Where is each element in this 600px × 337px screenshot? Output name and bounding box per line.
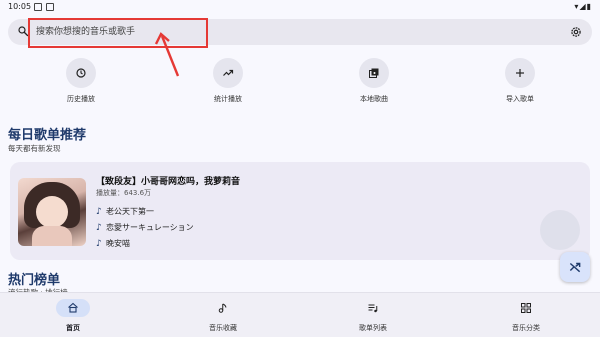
quick-action-label: 导入歌单	[506, 95, 534, 103]
image-notification-icon	[34, 3, 42, 11]
playlist-cover-image	[18, 178, 86, 246]
category-icon	[521, 303, 531, 313]
daily-section-subtitle: 每天都有新发现	[8, 144, 61, 153]
history-icon	[76, 68, 86, 78]
nav-music-collection[interactable]: 音乐收藏	[183, 299, 263, 333]
nav-label: 音乐分类	[512, 324, 540, 332]
quick-action-local[interactable]: 本地歌曲	[334, 58, 414, 104]
nav-home[interactable]: 首页	[33, 299, 113, 333]
music-note-icon: ♪	[96, 223, 102, 233]
quick-action-import[interactable]: 导入歌单	[480, 58, 560, 104]
app-notification-icon	[46, 3, 54, 11]
daily-section-title: 每日歌单推荐	[8, 128, 87, 143]
recommended-playlist-card[interactable]: 【致段友】小哥哥网恋吗，我萝莉音 播放量：643.6万 ♪ 老公天下第一 ♪ 恋愛サ…	[10, 162, 590, 260]
bottom-navigation: 首页 音乐收藏 歌单列表 音乐分类	[0, 292, 600, 337]
nav-playlist[interactable]: 歌单列表	[333, 299, 413, 333]
local-music-icon	[369, 68, 379, 78]
playlist-icon	[368, 304, 378, 313]
playlist-song-item: ♪ 老公天下第一	[96, 207, 154, 217]
nav-label: 首页	[66, 324, 80, 332]
quick-action-history[interactable]: 历史播放	[41, 58, 121, 104]
hot-section-title: 热门榜单	[8, 273, 61, 288]
home-icon	[68, 302, 78, 313]
nav-label: 歌单列表	[359, 324, 387, 332]
trending-icon	[223, 69, 234, 76]
quick-action-label: 统计播放	[214, 95, 242, 103]
shuffle-icon	[569, 262, 581, 273]
shuffle-button[interactable]	[560, 252, 590, 282]
playlist-play-count: 播放量：643.6万	[96, 189, 152, 197]
plus-icon	[516, 69, 524, 77]
quick-action-label: 历史播放	[67, 95, 95, 103]
music-collection-icon	[218, 303, 227, 313]
annotation-arrow-icon	[154, 32, 180, 77]
status-bar: 10:05 ▾◢▮	[0, 0, 600, 14]
status-time: 10:05	[8, 2, 32, 11]
music-note-icon: ♪	[96, 239, 102, 249]
gear-icon[interactable]	[569, 25, 583, 39]
quick-action-stats[interactable]: 统计播放	[188, 58, 268, 104]
quick-action-label: 本地歌曲	[360, 95, 388, 103]
music-note-icon: ♪	[96, 207, 102, 217]
playlist-song-item: ♪ 晚安喵	[96, 239, 130, 249]
decorative-bubble	[540, 210, 580, 250]
playlist-song-item: ♪ 恋愛サーキュレーション	[96, 223, 194, 233]
nav-music-category[interactable]: 音乐分类	[486, 299, 566, 333]
nav-label: 音乐收藏	[209, 324, 237, 332]
signal-battery-icon: ▾◢▮	[574, 2, 592, 11]
playlist-title: 【致段友】小哥哥网恋吗，我萝莉音	[96, 177, 241, 187]
